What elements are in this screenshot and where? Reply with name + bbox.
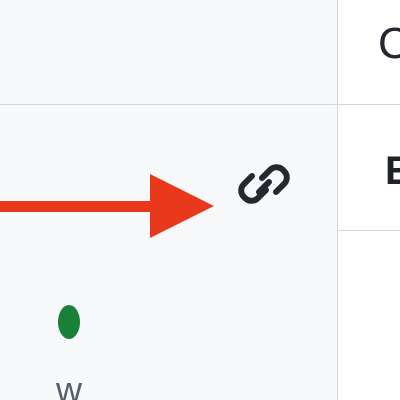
sidebar-section-heading: E — [385, 149, 400, 193]
pane-header — [0, 0, 337, 105]
arrow-right-icon — [0, 174, 214, 238]
screenshot-crop: C E w — [0, 0, 400, 400]
sidebar-section: E — [338, 105, 400, 231]
copy-link-button[interactable] — [226, 150, 302, 218]
main-pane — [0, 0, 337, 400]
link-icon — [238, 164, 290, 204]
sidebar-top-text: C — [378, 19, 400, 68]
right-sidebar: C E — [337, 0, 400, 400]
status-dot-icon — [58, 305, 80, 339]
sidebar-top: C — [338, 0, 400, 105]
sidebar-bottom-text: w — [56, 369, 82, 400]
